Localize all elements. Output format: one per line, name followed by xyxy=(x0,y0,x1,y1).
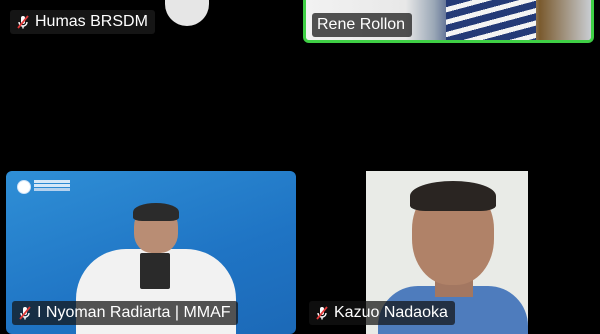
participant-name: Rene Rollon xyxy=(317,16,406,33)
video-fragment xyxy=(165,0,209,26)
mic-muted-icon xyxy=(316,306,328,320)
mic-muted-icon xyxy=(19,306,31,320)
participant-tile-rene[interactable]: Rene Rollon xyxy=(303,0,594,43)
ministry-logo-icon xyxy=(17,180,31,194)
logo-text-graphic xyxy=(34,180,70,183)
video-feed-shirt xyxy=(446,0,536,40)
participant-name-tag: Rene Rollon xyxy=(312,13,413,37)
video-person-hair xyxy=(133,203,179,221)
participant-name-tag: I Nyoman Radiarta | MMAF xyxy=(12,301,238,325)
participant-name-tag: Humas BRSDM xyxy=(10,10,155,34)
participant-tile-humas[interactable]: Humas BRSDM xyxy=(0,0,210,42)
participant-name: I Nyoman Radiarta | MMAF xyxy=(37,304,231,321)
participant-tile-nyoman[interactable]: I Nyoman Radiarta | MMAF xyxy=(6,171,296,334)
video-person-collar xyxy=(140,253,170,289)
mic-muted-icon xyxy=(17,15,29,29)
participant-name-tag: Kazuo Nadaoka xyxy=(309,301,455,325)
participant-name: Kazuo Nadaoka xyxy=(334,304,448,321)
video-person-hair xyxy=(410,181,496,211)
participant-name: Humas BRSDM xyxy=(35,13,148,30)
